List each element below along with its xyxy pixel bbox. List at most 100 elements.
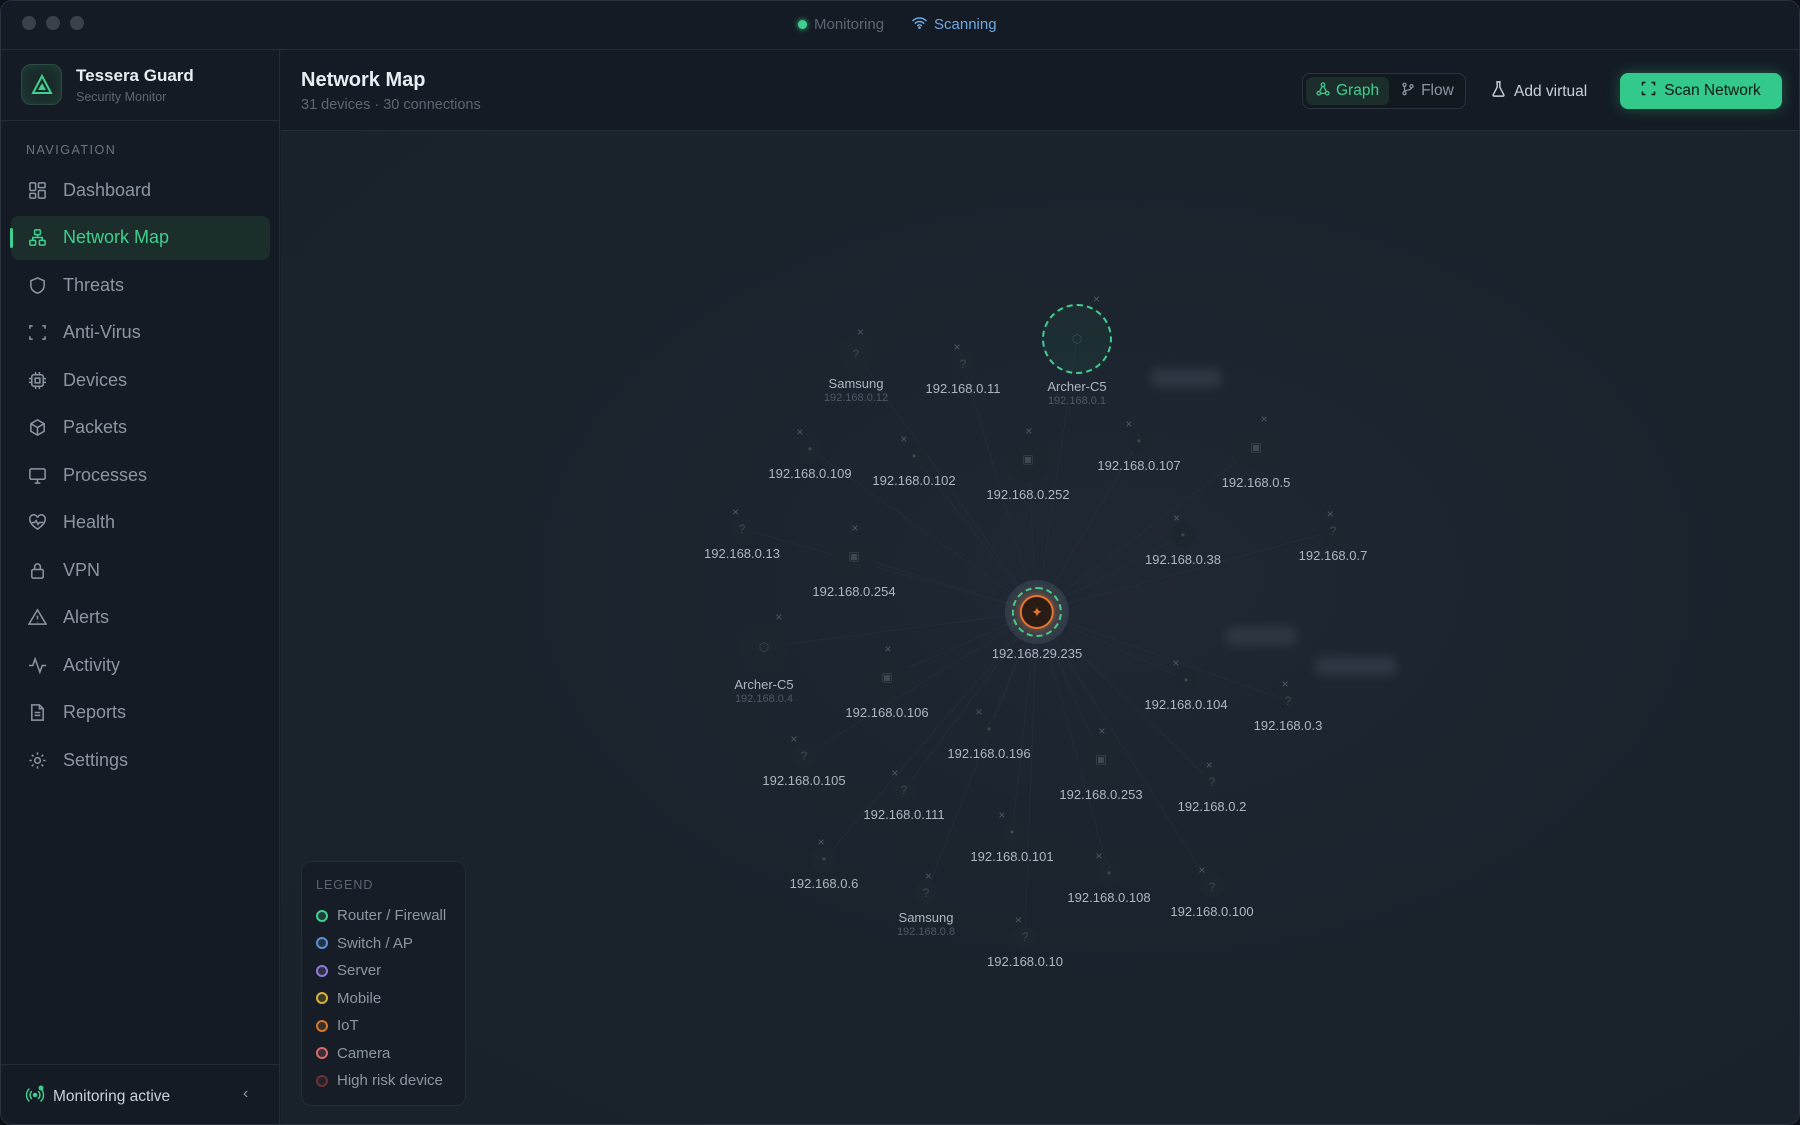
- node-label: 192.168.0.100: [1170, 904, 1254, 919]
- network-node[interactable]: ? 192.168.0.13 ×: [704, 505, 780, 561]
- sidebar-item-threats[interactable]: Threats: [11, 263, 270, 307]
- network-node[interactable]: ? 192.168.0.100 ×: [1170, 863, 1254, 919]
- network-node[interactable]: • 192.168.0.101 ×: [970, 808, 1053, 864]
- network-node[interactable]: • 192.168.0.108 ×: [1067, 849, 1150, 905]
- sidebar-item-packets[interactable]: Packets: [11, 406, 270, 450]
- remove-node-button[interactable]: ×: [891, 766, 898, 780]
- status-dot-icon: [798, 20, 807, 29]
- remove-node-button[interactable]: ×: [790, 732, 797, 746]
- remove-node-button[interactable]: ×: [1025, 424, 1032, 438]
- close-window-button[interactable]: [22, 16, 36, 30]
- maximize-window-button[interactable]: [70, 16, 84, 30]
- remove-node-button[interactable]: ×: [1198, 863, 1205, 877]
- network-node[interactable]: • 192.168.0.196 ×: [947, 705, 1030, 761]
- remove-node-button[interactable]: ×: [900, 432, 907, 446]
- legend-item: IoT: [316, 1012, 451, 1040]
- network-node[interactable]: ⬡ Archer-C5 192.168.0.4 ×: [734, 610, 793, 705]
- network-node[interactable]: • 192.168.0.102 ×: [872, 432, 955, 488]
- chip-icon: [27, 370, 47, 390]
- remove-node-button[interactable]: ×: [975, 705, 982, 719]
- remove-node-button[interactable]: ×: [884, 642, 891, 656]
- network-node[interactable]: ▣ 192.168.0.5 ×: [1222, 412, 1291, 490]
- network-node[interactable]: • 192.168.0.104 ×: [1144, 656, 1227, 712]
- remove-node-button[interactable]: ×: [1098, 724, 1105, 738]
- network-node[interactable]: ⬡ Archer-C5 192.168.0.1 ×: [1042, 292, 1112, 407]
- node-label: Archer-C5: [1047, 379, 1107, 394]
- remove-node-button[interactable]: ×: [1282, 677, 1289, 691]
- remove-node-button[interactable]: ×: [1173, 511, 1180, 525]
- scan-icon: [27, 323, 47, 343]
- network-node[interactable]: • 192.168.0.109 ×: [768, 425, 851, 481]
- device-icon: ▣: [1233, 424, 1279, 470]
- graph-view-button[interactable]: Graph: [1306, 77, 1390, 105]
- remove-node-button[interactable]: ×: [1093, 292, 1100, 306]
- sidebar-item-settings[interactable]: Settings: [11, 738, 270, 782]
- remove-node-button[interactable]: ×: [732, 505, 739, 519]
- network-node[interactable]: ? 192.168.0.105 ×: [762, 732, 845, 788]
- sidebar-item-label: Alerts: [63, 607, 110, 627]
- node-label: 192.168.0.107: [1097, 458, 1181, 473]
- remove-node-button[interactable]: ×: [954, 340, 961, 354]
- network-node[interactable]: ? 192.168.0.3 ×: [1254, 677, 1323, 733]
- remove-node-button[interactable]: ×: [998, 808, 1005, 822]
- device-icon: •: [1096, 861, 1121, 885]
- remove-node-button[interactable]: ×: [1015, 913, 1022, 927]
- network-node[interactable]: ▣ 192.168.0.254 ×: [812, 521, 896, 599]
- blurred-node-label: [1226, 627, 1296, 645]
- device-icon: ?: [950, 352, 975, 376]
- remove-node-button[interactable]: ×: [818, 835, 825, 849]
- sidebar-item-devices[interactable]: Devices: [11, 358, 270, 402]
- lock-icon: [27, 560, 47, 580]
- remove-node-button[interactable]: ×: [1125, 417, 1132, 431]
- remove-node-button[interactable]: ×: [1206, 758, 1213, 772]
- center-node[interactable]: ✦ 192.168.29.235: [992, 580, 1082, 661]
- node-label: 192.168.0.254: [812, 584, 896, 599]
- network-node[interactable]: ? Samsung 192.168.0.8 ×: [897, 869, 955, 938]
- network-node[interactable]: ▣ 192.168.0.252 ×: [986, 424, 1070, 502]
- scan-network-button[interactable]: Scan Network: [1620, 73, 1782, 109]
- sidebar-item-dashboard[interactable]: Dashboard: [11, 168, 270, 212]
- sidebar-item-processes[interactable]: Processes: [11, 453, 270, 497]
- network-node[interactable]: ? 192.168.0.11 ×: [926, 340, 1001, 396]
- remove-node-button[interactable]: ×: [796, 425, 803, 439]
- sidebar-item-alerts[interactable]: Alerts: [11, 596, 270, 640]
- network-node[interactable]: ? 192.168.0.10 ×: [987, 913, 1063, 969]
- remove-node-button[interactable]: ×: [851, 521, 858, 535]
- remove-node-button[interactable]: ×: [1095, 849, 1102, 863]
- node-label: 192.168.0.252: [986, 487, 1070, 502]
- broadcast-icon: [25, 1085, 45, 1108]
- sidebar-item-reports[interactable]: Reports: [11, 691, 270, 735]
- remove-node-button[interactable]: ×: [775, 610, 782, 624]
- network-node[interactable]: ? 192.168.0.111 ×: [863, 766, 944, 822]
- add-virtual-button[interactable]: Add virtual: [1491, 81, 1587, 102]
- scan-network-label: Scan Network: [1664, 82, 1761, 99]
- network-node[interactable]: ? Samsung 192.168.0.12 ×: [824, 325, 888, 404]
- network-node[interactable]: • 192.168.0.6 ×: [790, 835, 859, 891]
- network-node[interactable]: • 192.168.0.38 ×: [1145, 511, 1221, 567]
- remove-node-button[interactable]: ×: [857, 325, 864, 339]
- network-node[interactable]: ▣ 192.168.0.106 ×: [845, 642, 928, 720]
- blurred-node-label: [1151, 369, 1221, 387]
- network-map-canvas[interactable]: ? Samsung 192.168.0.12 ×? 192.168.0.11 × ⬡ Arch…: [281, 131, 1799, 1124]
- sidebar-item-network-map[interactable]: Network Map: [10, 215, 270, 260]
- remove-node-button[interactable]: ×: [1172, 656, 1179, 670]
- sidebar-item-activity[interactable]: Activity: [11, 643, 270, 687]
- remove-node-button[interactable]: ×: [1261, 412, 1268, 426]
- remove-node-button[interactable]: ×: [1327, 507, 1334, 521]
- network-node[interactable]: ? 192.168.0.2 ×: [1178, 758, 1247, 814]
- sidebar-item-anti-virus[interactable]: Anti-Virus: [11, 311, 270, 355]
- network-node[interactable]: ▣ 192.168.0.253 ×: [1059, 724, 1142, 802]
- sidebar-item-vpn[interactable]: VPN: [11, 548, 270, 592]
- minimize-window-button[interactable]: [46, 16, 60, 30]
- collapse-sidebar-button[interactable]: ‹: [243, 1085, 248, 1103]
- remove-node-button[interactable]: ×: [925, 869, 932, 883]
- sidebar-item-health[interactable]: Health: [11, 501, 270, 545]
- network-node[interactable]: • 192.168.0.107 ×: [1097, 417, 1181, 473]
- node-ip: 192.168.0.1: [1047, 395, 1107, 407]
- sidebar-item-label: VPN: [63, 559, 101, 580]
- device-icon: ⬡: [739, 622, 789, 672]
- sidebar-item-label: Dashboard: [63, 179, 152, 200]
- legend-label: Switch / AP: [337, 934, 413, 952]
- network-node[interactable]: ? 192.168.0.7 ×: [1299, 507, 1368, 563]
- flow-view-button[interactable]: Flow: [1391, 77, 1464, 105]
